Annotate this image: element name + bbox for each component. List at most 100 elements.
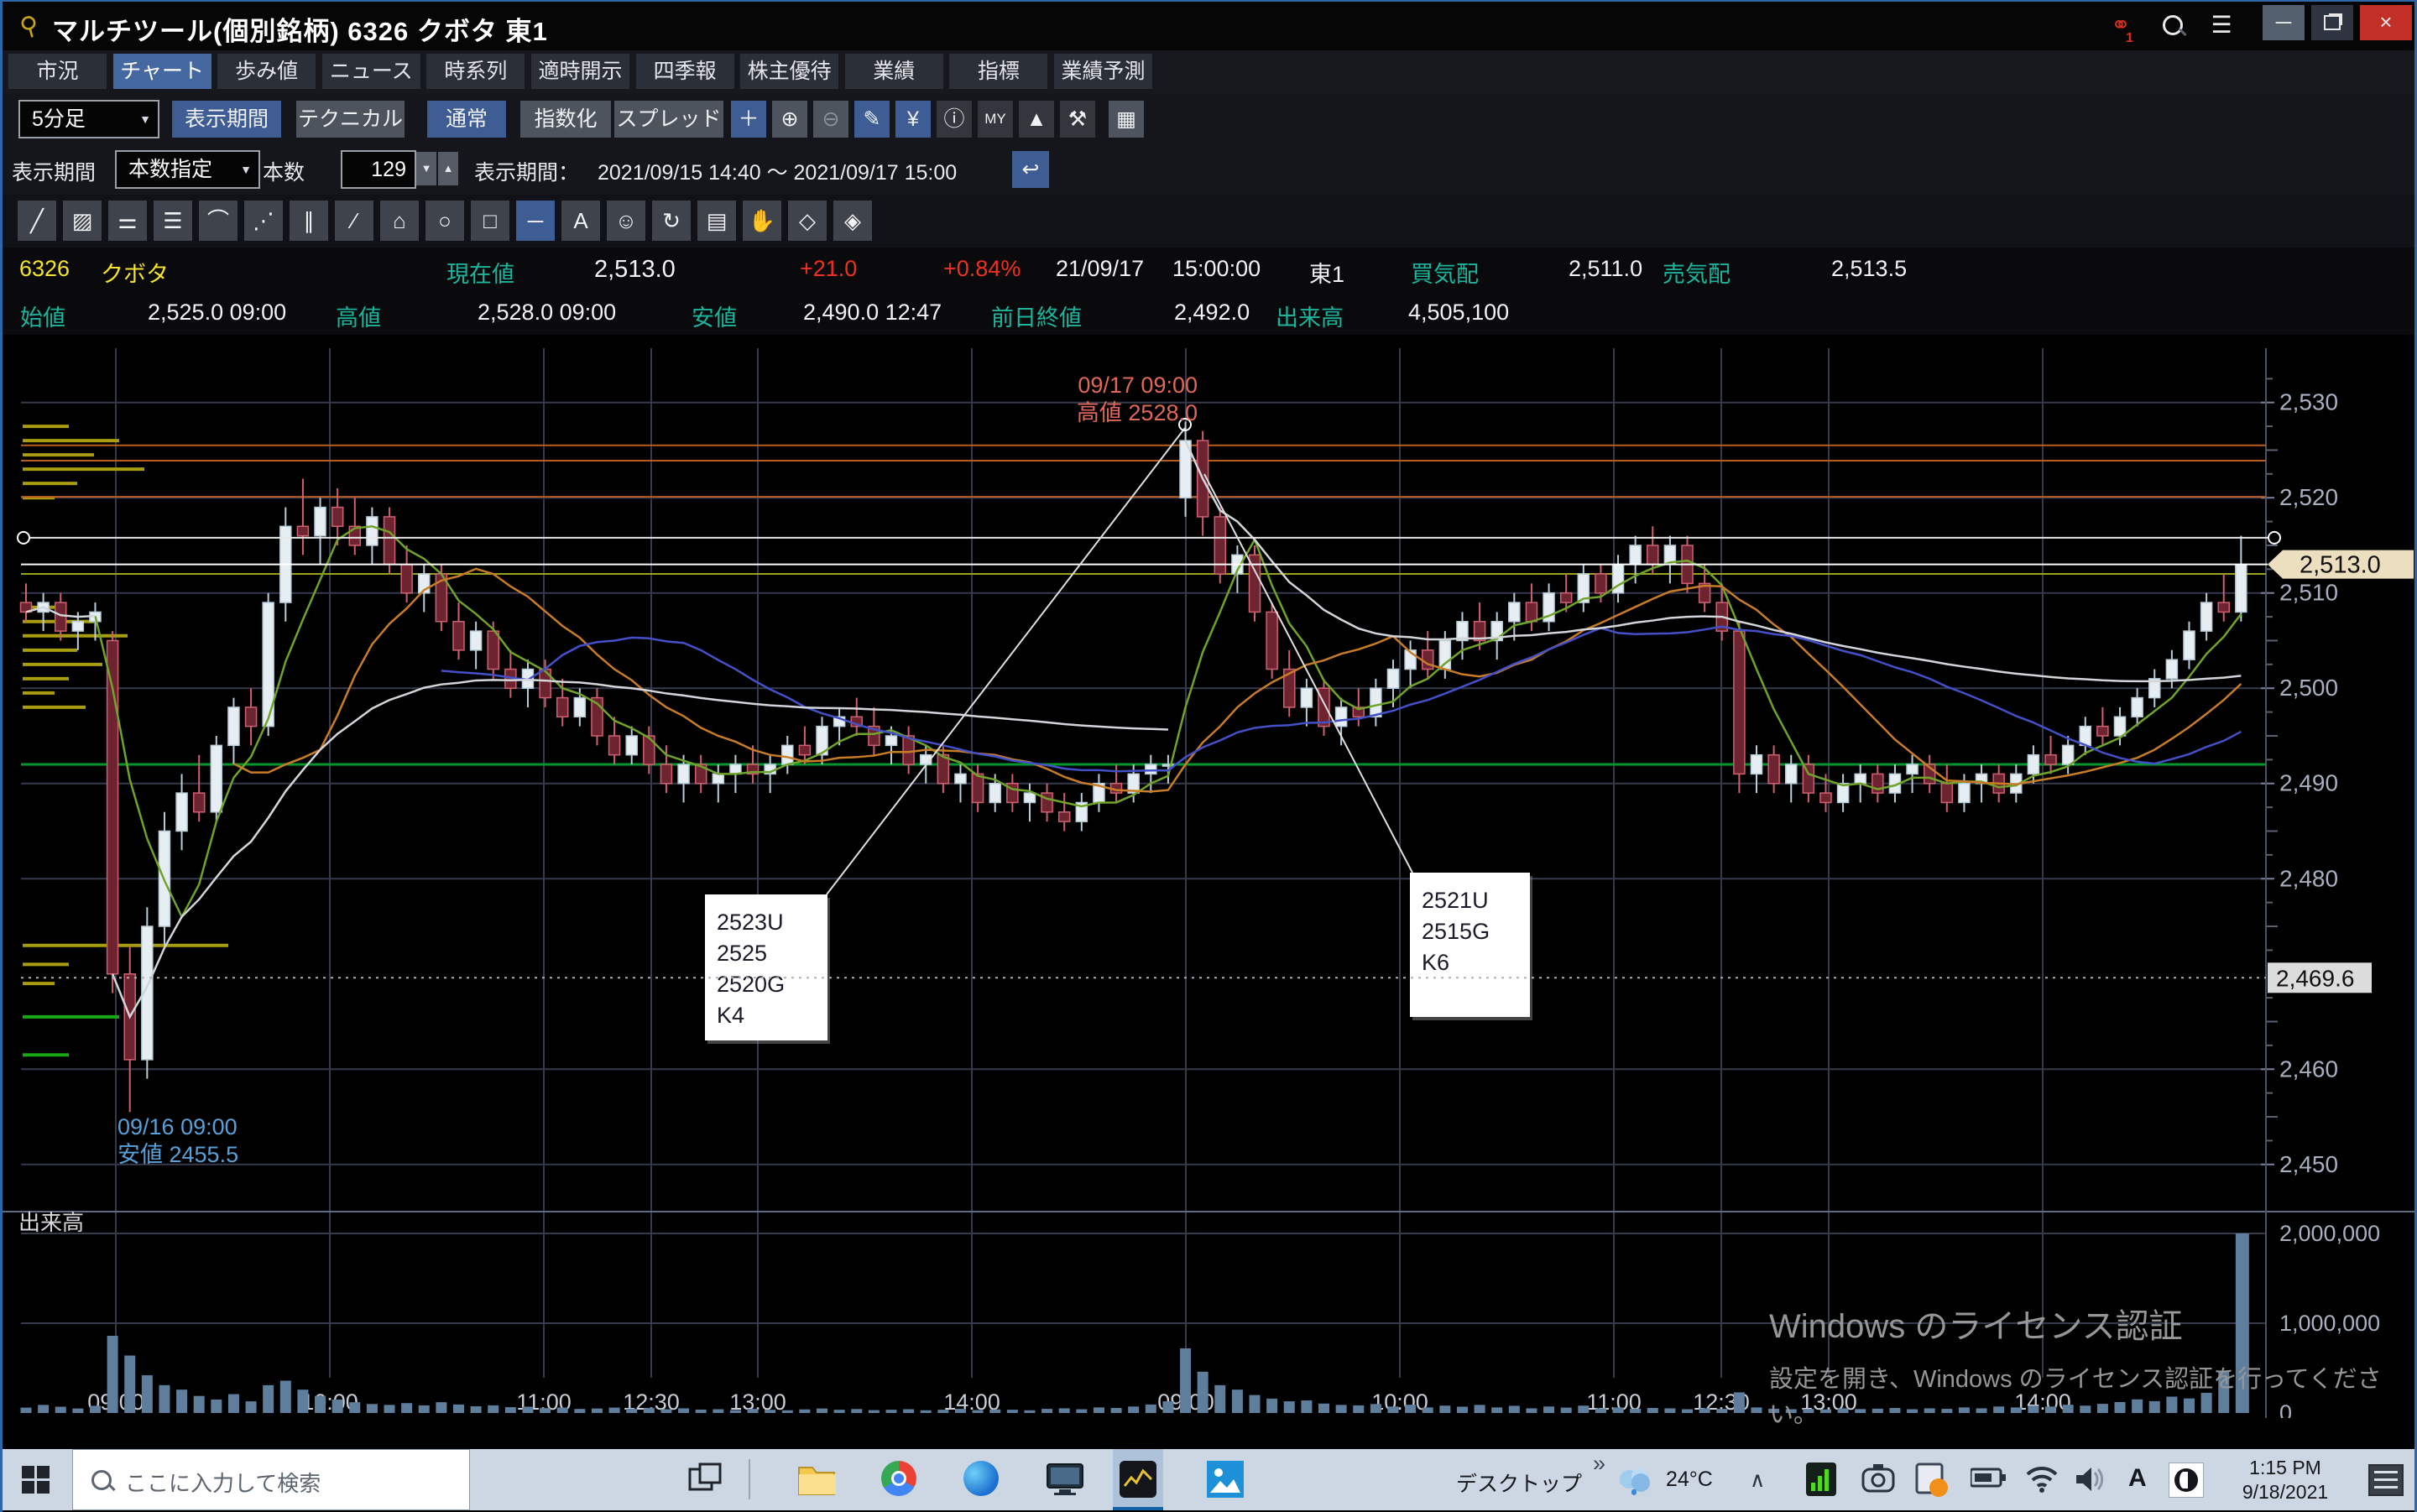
zoom-out-icon[interactable]: ⊖ (813, 101, 848, 138)
move-drawing-tool[interactable]: ✋ (743, 201, 781, 241)
volume-bar (2028, 1405, 2039, 1413)
chrome-button[interactable] (881, 1461, 920, 1499)
volume-bar (1128, 1406, 1139, 1413)
tab-3[interactable]: 歩み値 (217, 54, 316, 89)
candle-up (2063, 745, 2074, 764)
remote-desktop-button[interactable] (1046, 1461, 1084, 1499)
drawing-toolbar: ╱▨⚌☰⌒⋰∥∕⌂○□─A☺↻▤✋◇◈ (0, 195, 2417, 248)
ime-language-icon[interactable] (2169, 1462, 2207, 1501)
volume-bar (1214, 1385, 1225, 1413)
toolbar-button-1[interactable]: 表示期間 (172, 101, 281, 138)
desktop-toolbar-label[interactable]: デスクトップ (1456, 1468, 1582, 1498)
parallel-lines-tool[interactable]: ▨ (63, 201, 102, 241)
tray-camera-icon[interactable] (1861, 1464, 1900, 1503)
tab-11[interactable]: 業績予測 (1054, 54, 1152, 89)
crosshair-icon[interactable]: ＋ (731, 101, 766, 138)
count-decrease-button[interactable]: ▼ (416, 152, 436, 185)
tray-battery-icon[interactable] (1971, 1466, 2009, 1504)
tab-1[interactable]: 市況 (8, 54, 107, 89)
marketspeed-app-button-active[interactable] (1113, 1449, 1163, 1510)
menu-icon[interactable]: ☰ (2203, 8, 2240, 42)
trend-line-tool[interactable]: ╱ (18, 201, 56, 241)
candle-down (384, 517, 395, 565)
temperature-label[interactable]: 24°C (1666, 1468, 1713, 1492)
tray-wifi-icon[interactable] (2024, 1464, 2063, 1503)
tray-sync-app-icon[interactable] (1915, 1462, 1954, 1501)
link-icon[interactable]: ⚭1 (2102, 8, 2139, 42)
candle-down (557, 698, 568, 717)
tab-10[interactable]: 指標 (949, 54, 1047, 89)
fibonacci-arc-tool[interactable]: ⌒ (199, 201, 238, 241)
price-volume-chart[interactable]: 09:0010:0011:0012:3013:0014:0009:0010:00… (0, 336, 2417, 1418)
vertical-lines-tool[interactable]: ∥ (290, 201, 328, 241)
info-icon[interactable]: ⓘ (937, 101, 972, 138)
action-center-icon[interactable] (2368, 1464, 2404, 1496)
horizontal-overlay-lines (21, 446, 2266, 764)
candle-up (471, 631, 482, 650)
restore-button[interactable] (2311, 5, 2353, 40)
tab-4[interactable]: ニュース (322, 54, 420, 89)
yen-icon[interactable]: ¥ (895, 101, 931, 138)
volume-bar (263, 1385, 274, 1413)
erase-all-tool[interactable]: ◈ (833, 201, 872, 241)
tab-9[interactable]: 業績 (845, 54, 943, 89)
search-icon[interactable] (2153, 8, 2190, 42)
area-chart-icon[interactable]: ▲ (1019, 101, 1054, 138)
file-explorer-button[interactable] (797, 1461, 836, 1499)
toolbar-button-2[interactable]: テクニカル (296, 101, 405, 138)
edge-button[interactable] (963, 1461, 1002, 1499)
rectangle-tool[interactable]: □ (471, 201, 509, 241)
volume-bar (228, 1395, 239, 1413)
count-increase-button[interactable]: ▲ (438, 152, 458, 185)
toolbar-overflow-icon[interactable]: » (1593, 1451, 1605, 1477)
taskbar-search-input[interactable]: ここに入力して検索 (72, 1449, 470, 1510)
zoom-in-icon[interactable]: ⊕ (772, 101, 807, 138)
period-mode-select[interactable]: 本数指定▼ (115, 150, 260, 189)
ellipse-tool[interactable]: ○ (425, 201, 464, 241)
task-view-button[interactable] (686, 1461, 725, 1499)
fan-lines-tool[interactable]: ⋰ (244, 201, 283, 241)
two-horizontal-lines-tool[interactable]: ⚌ (108, 201, 147, 241)
print-icon[interactable]: ▦ (1109, 101, 1144, 138)
horizontal-line-tool[interactable]: ─ (516, 201, 555, 241)
tab-7[interactable]: 四季報 (636, 54, 734, 89)
copy-drawing-tool[interactable]: ▤ (697, 201, 736, 241)
time-marker-tool[interactable]: ↻ (652, 201, 691, 241)
eraser-tool[interactable]: ◇ (788, 201, 827, 241)
tab-8[interactable]: 株主優待 (740, 54, 838, 89)
three-horizontal-lines-tool[interactable]: ☰ (154, 201, 192, 241)
close-button[interactable]: × (2360, 5, 2412, 40)
bar-count-input[interactable]: 129 (341, 150, 416, 189)
toolbar-button-4[interactable]: 指数化 (520, 101, 611, 138)
volume-bar (696, 1410, 707, 1413)
weather-icon[interactable] (1616, 1464, 1654, 1503)
reset-period-button[interactable]: ↩ (1012, 151, 1049, 188)
low-reference-tag: 2,469.6 (2268, 962, 2372, 993)
start-button[interactable] (0, 1449, 72, 1510)
ime-mode-icon[interactable]: A (2128, 1464, 2147, 1493)
tab-5[interactable]: 時系列 (426, 54, 525, 89)
ray-lines-tool[interactable]: ∕ (335, 201, 373, 241)
pentagon-tool[interactable]: ⌂ (380, 201, 419, 241)
candle-down (1318, 688, 1329, 726)
pencil-icon[interactable]: ✎ (854, 101, 890, 138)
tray-volume-icon[interactable] (2075, 1464, 2113, 1503)
volume-bar (1162, 1401, 1173, 1413)
toolbar-button-5[interactable]: スプレッド (614, 101, 723, 138)
my-chart-icon[interactable]: MY (978, 101, 1013, 138)
tray-chevron-icon[interactable]: ∧ (1750, 1468, 1765, 1493)
tab-6[interactable]: 適時開示 (531, 54, 629, 89)
toolbar-button-3[interactable]: 通常 (427, 101, 506, 138)
icon-stamp-tool[interactable]: ☺ (607, 201, 645, 241)
tray-led-app-icon[interactable] (1806, 1462, 1845, 1501)
volume-bar (2063, 1405, 2074, 1413)
wrench-icon[interactable]: ⚒ (1060, 101, 1095, 138)
tab-2[interactable]: チャート (113, 54, 211, 89)
text-tool[interactable]: A (561, 201, 600, 241)
candle-down (1595, 574, 1606, 593)
interval-select[interactable]: 5分足▼ (18, 100, 159, 138)
photos-button[interactable] (1207, 1461, 1245, 1499)
taskbar-clock[interactable]: 1:15 PM 9/18/2021 (2231, 1456, 2340, 1504)
pin-icon[interactable]: ⚲ (17, 10, 42, 43)
minimize-button[interactable]: ─ (2263, 5, 2305, 40)
